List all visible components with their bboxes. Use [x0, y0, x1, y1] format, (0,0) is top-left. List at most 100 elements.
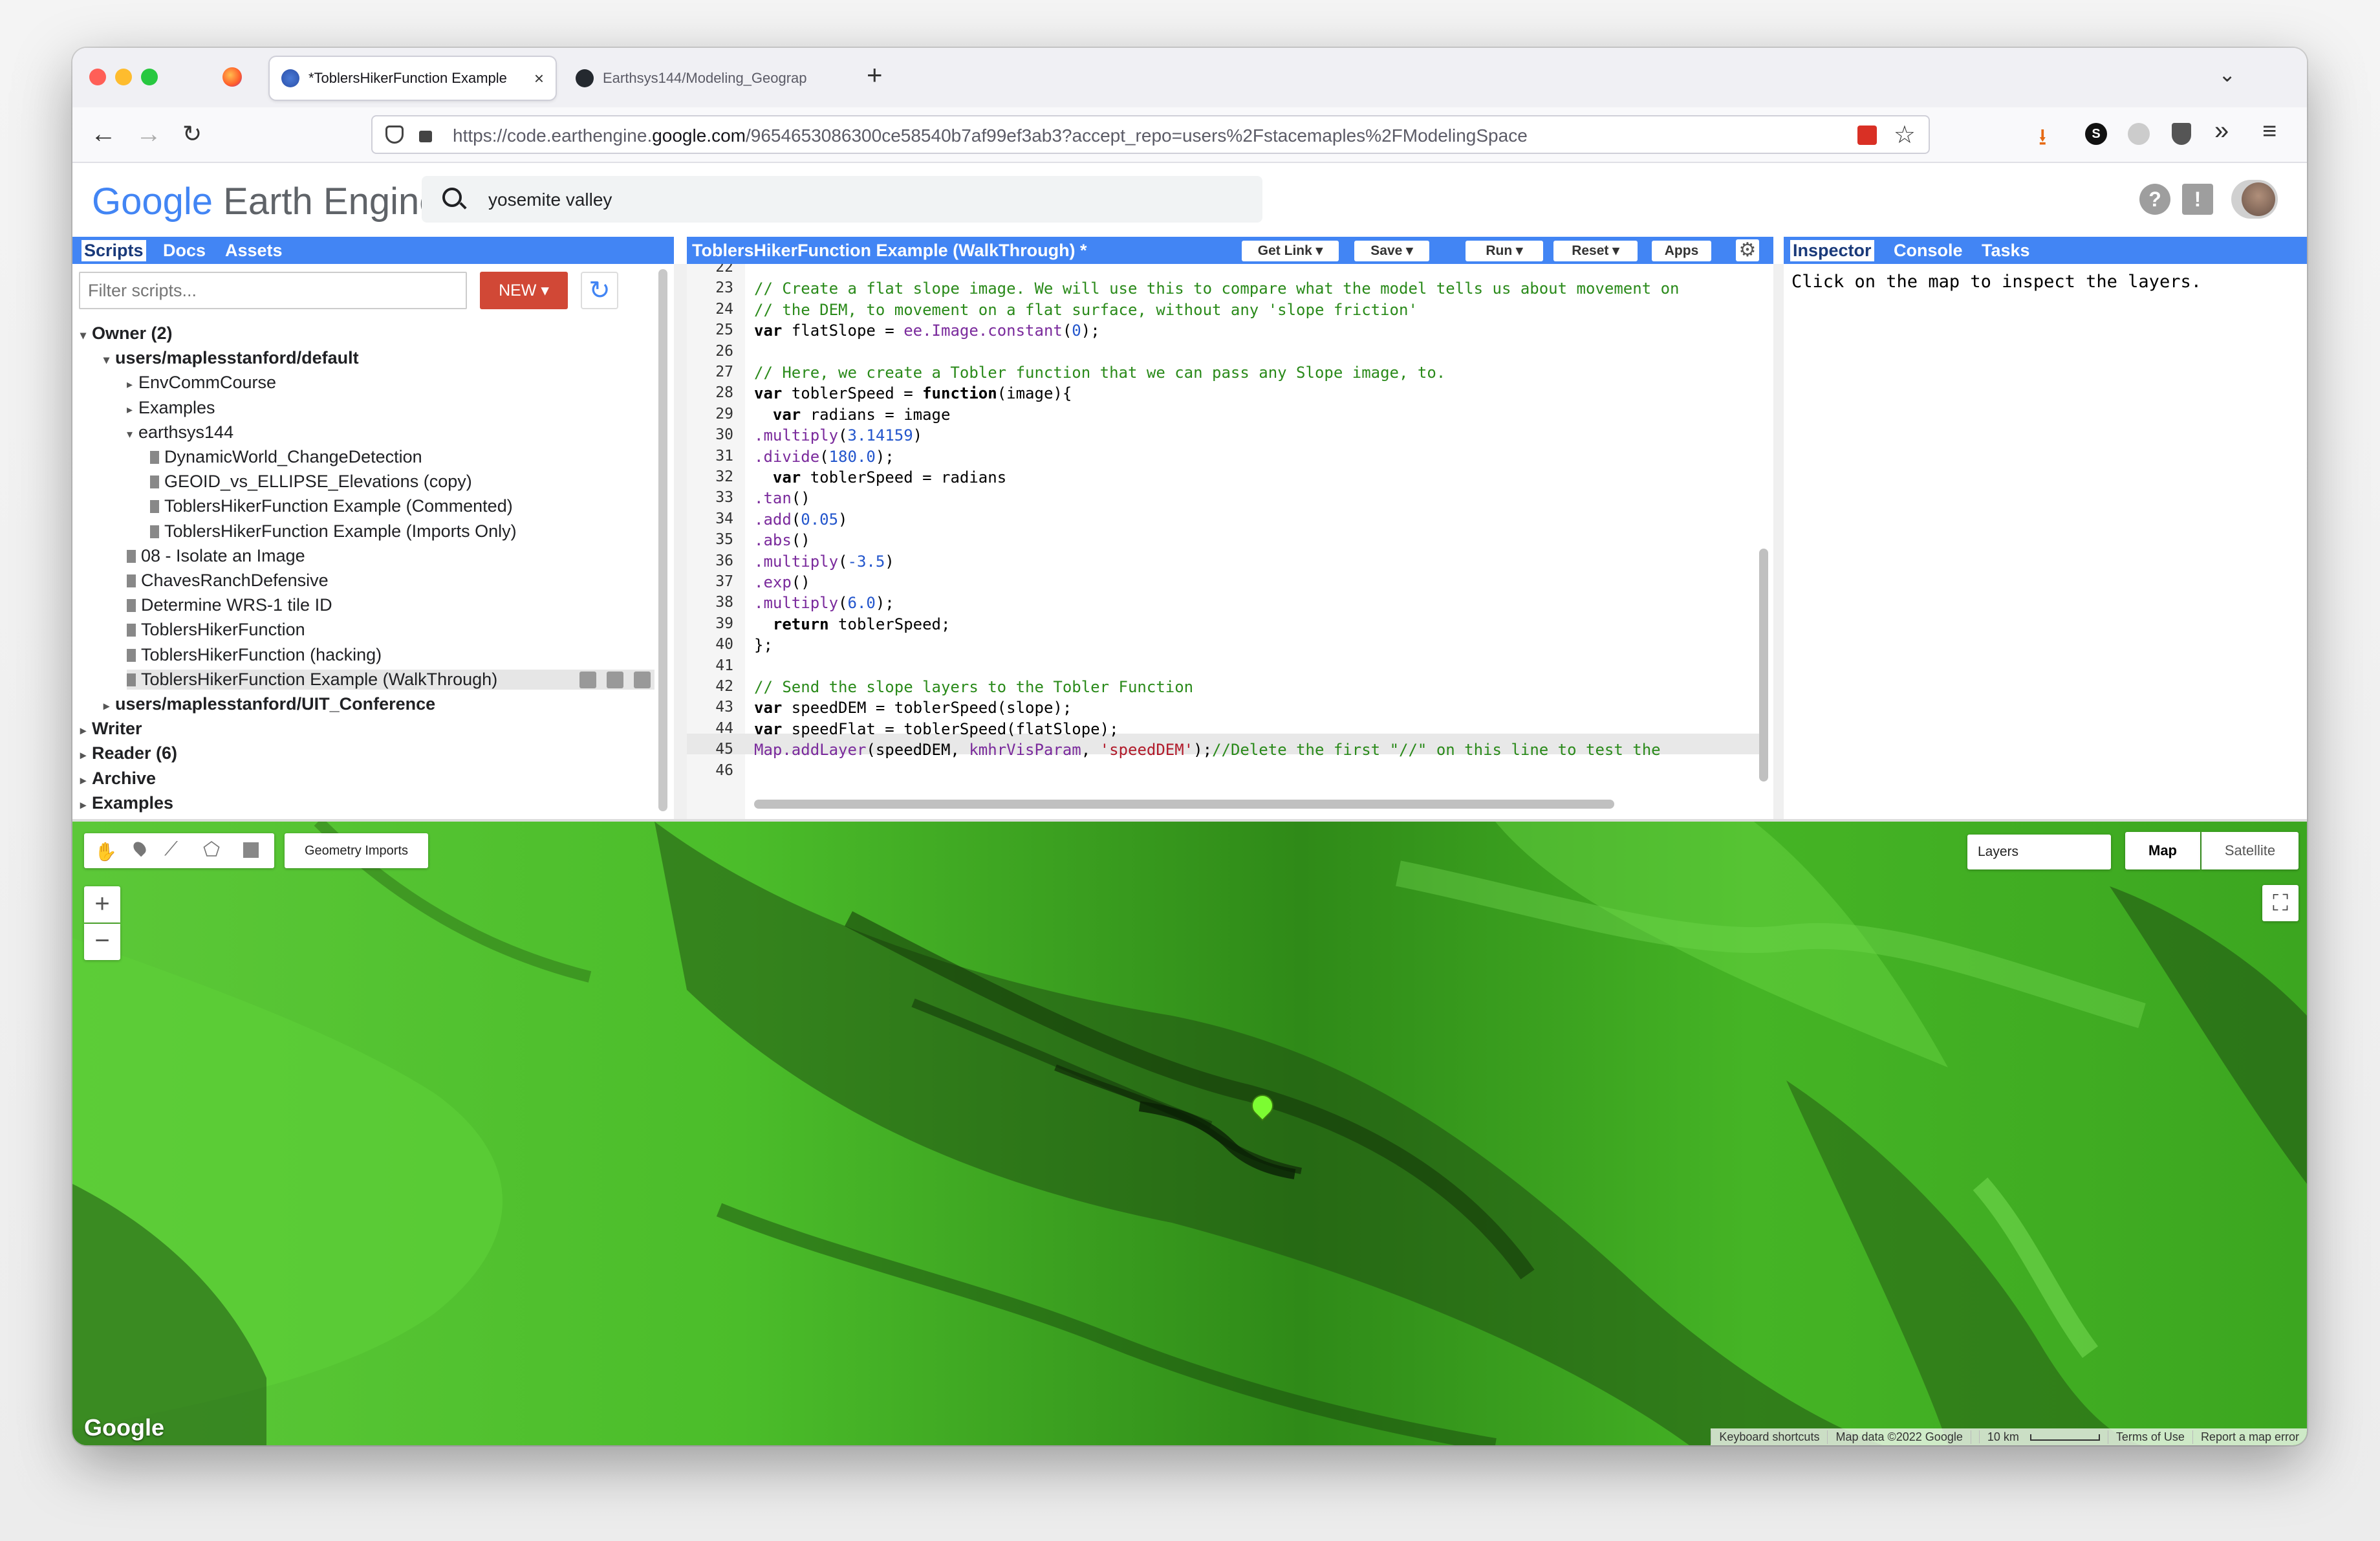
tree-item[interactable]: ▾ users/maplesstanford/default [103, 348, 359, 368]
code-line[interactable]: var flatSlope = ee.Image.constant(0); [754, 322, 1100, 340]
filter-scripts-input[interactable] [79, 272, 467, 309]
help-icon[interactable]: ? [2139, 184, 2170, 215]
code-line[interactable]: var speedDEM = toblerSpeed(slope); [754, 699, 1072, 717]
scale-bar[interactable]: 10 km [1970, 1430, 2108, 1444]
layers-button[interactable]: Layers [1967, 835, 2111, 869]
get-link-button[interactable]: Get Link ▾ [1242, 241, 1339, 261]
places-search-box[interactable]: yosemite valley [422, 176, 1262, 223]
firefox-view-icon[interactable] [222, 67, 242, 87]
scripts-scrollbar[interactable] [658, 269, 667, 811]
extension-shield-icon[interactable] [2172, 123, 2191, 145]
refresh-scripts-icon[interactable]: ↻ [581, 272, 618, 309]
tree-item[interactable]: ▸ users/maplesstanford/UIT_Conference [103, 694, 435, 714]
reload-icon[interactable]: ↻ [182, 119, 202, 149]
app-menu-hamburger-icon[interactable]: ≡ [2262, 118, 2277, 146]
add-marker-icon[interactable] [131, 839, 149, 857]
draw-polygon-icon[interactable]: ⬠ [203, 838, 220, 861]
code-line[interactable]: .abs() [754, 531, 810, 549]
lock-icon[interactable] [419, 131, 432, 142]
code-line[interactable]: .exp() [754, 573, 810, 591]
tree-item[interactable]: GEOID_vs_ELLIPSE_Elevations (copy) [150, 472, 472, 492]
zoom-in-button[interactable]: + [84, 886, 120, 923]
code-line[interactable]: // Create a flat slope image. We will us… [754, 279, 1679, 298]
code-line[interactable]: }; [754, 636, 773, 654]
code-line[interactable]: var speedFlat = toblerSpeed(flatSlope); [754, 720, 1119, 738]
left-splitter[interactable] [674, 264, 687, 819]
downloads-icon[interactable]: ⭳ [2039, 120, 2047, 160]
tree-item[interactable]: ToblersHikerFunction Example (Commented) [150, 496, 513, 516]
list-all-tabs-chevron-icon[interactable]: ⌄ [2218, 62, 2236, 87]
code-editor[interactable]: 22 23 // Create a flat slope image. We wil… [687, 264, 1773, 819]
code-line[interactable]: Map.addLayer(speedDEM, kmhrVisParam, 'sp… [754, 741, 1661, 759]
bookmark-star-icon[interactable]: ☆ [1894, 120, 1916, 149]
code-line[interactable]: // Send the slope layers to the Tobler F… [754, 678, 1193, 696]
more-tools-chevrons-icon[interactable]: » [2214, 116, 2229, 146]
tree-item[interactable]: 08 - Isolate an Image [127, 546, 305, 566]
code-line[interactable]: return toblerSpeed; [754, 615, 951, 633]
terms-of-use-link[interactable]: Terms of Use [2107, 1430, 2192, 1444]
maximize-window-button[interactable] [141, 69, 158, 85]
tree-item[interactable]: ▸ Reader (6) [80, 743, 177, 763]
tree-item[interactable]: ▸ Archive [80, 769, 156, 789]
new-script-button[interactable]: NEW ▾ [480, 272, 568, 309]
tree-item[interactable]: ToblersHikerFunction (hacking) [127, 645, 382, 665]
user-avatar[interactable] [2231, 180, 2278, 219]
zoom-out-button[interactable]: − [84, 924, 120, 960]
tree-item[interactable]: ▸ EnvCommCourse [127, 373, 276, 393]
tree-item[interactable]: DynamicWorld_ChangeDetection [150, 447, 422, 467]
tab-assets[interactable]: Assets [225, 241, 283, 261]
right-splitter[interactable] [1773, 264, 1784, 819]
back-arrow-icon[interactable]: ← [91, 119, 116, 149]
tab-tasks[interactable]: Tasks [1982, 241, 2030, 261]
code-line[interactable]: var toblerSpeed = radians [754, 468, 1006, 486]
code-line[interactable]: // the DEM, to movement on a flat surfac… [754, 301, 1418, 319]
history-icon[interactable] [579, 671, 596, 688]
tree-item[interactable]: ▾ Owner (2) [80, 323, 173, 344]
draw-line-icon[interactable]: ⟋ [164, 838, 178, 860]
search-input[interactable]: yosemite valley [488, 190, 612, 210]
run-button[interactable]: Run ▾ [1466, 241, 1543, 261]
close-tab-icon[interactable]: × [534, 69, 544, 89]
extension-gray-icon[interactable] [2128, 123, 2150, 145]
tab-gee-script[interactable]: *ToblersHikerFunction Example × [270, 57, 556, 100]
tab-docs[interactable]: Docs [163, 241, 206, 261]
geometry-imports-button[interactable]: Geometry Imports [285, 833, 428, 868]
tree-item[interactable]: ▸ Examples [127, 398, 215, 418]
new-tab-button[interactable]: + [867, 60, 883, 91]
tab-inspector[interactable]: Inspector [1790, 240, 1874, 261]
earth-engine-logo[interactable]: Google Earth Engine [92, 180, 440, 223]
delete-trash-icon[interactable] [634, 671, 651, 688]
apps-button[interactable]: Apps [1652, 241, 1711, 261]
map-type-map-button[interactable]: Map [2125, 832, 2200, 869]
tree-item[interactable]: ChavesRanchDefensive [127, 571, 329, 591]
address-bar[interactable]: https://code.earthengine.google.com/9654… [371, 115, 1930, 154]
tab-scripts[interactable]: Scripts [81, 240, 146, 261]
tree-item[interactable]: ▸ Writer [80, 719, 142, 739]
keyboard-shortcuts-link[interactable]: Keyboard shortcuts [1711, 1430, 1827, 1444]
tree-item[interactable]: ToblersHikerFunction Example (WalkThroug… [127, 669, 654, 690]
code-line[interactable]: .multiply(6.0); [754, 594, 894, 612]
save-button[interactable]: Save ▾ [1354, 241, 1429, 261]
map-canvas[interactable]: ✋ ⟋ ⬠ Geometry Imports + − Layers Map Sa… [72, 822, 2307, 1445]
tree-item[interactable]: ToblersHikerFunction Example (Imports On… [150, 521, 517, 541]
pan-hand-icon[interactable]: ✋ [94, 841, 117, 862]
code-line[interactable]: .multiply(-3.5) [754, 552, 894, 571]
tab-github[interactable]: Earthsys144/Modeling_Geograp [564, 57, 849, 100]
code-line[interactable]: // Here, we create a Tobler function tha… [754, 364, 1445, 382]
tree-item[interactable]: ▾ earthsys144 [127, 422, 233, 443]
editor-vertical-scrollbar[interactable] [1759, 549, 1768, 781]
minimize-window-button[interactable] [115, 69, 132, 85]
pdf-reader-icon[interactable] [1857, 126, 1877, 145]
draw-rectangle-icon[interactable] [243, 842, 259, 858]
map-type-satellite-button[interactable]: Satellite [2202, 832, 2299, 869]
code-line[interactable]: .divide(180.0); [754, 448, 894, 466]
forward-arrow-icon[interactable]: → [136, 119, 162, 149]
code-line[interactable]: .multiply(3.14159) [754, 426, 922, 444]
tree-item[interactable]: ToblersHikerFunction [127, 620, 305, 640]
feedback-icon[interactable]: ! [2182, 184, 2213, 215]
settings-gear-icon[interactable]: ⚙ [1736, 239, 1759, 261]
tracking-protection-shield-icon[interactable] [385, 126, 404, 144]
fullscreen-icon[interactable]: ⛶ [2262, 885, 2299, 921]
report-map-error-link[interactable]: Report a map error [2192, 1430, 2307, 1444]
tree-item[interactable]: ▸ Examples [80, 793, 173, 813]
